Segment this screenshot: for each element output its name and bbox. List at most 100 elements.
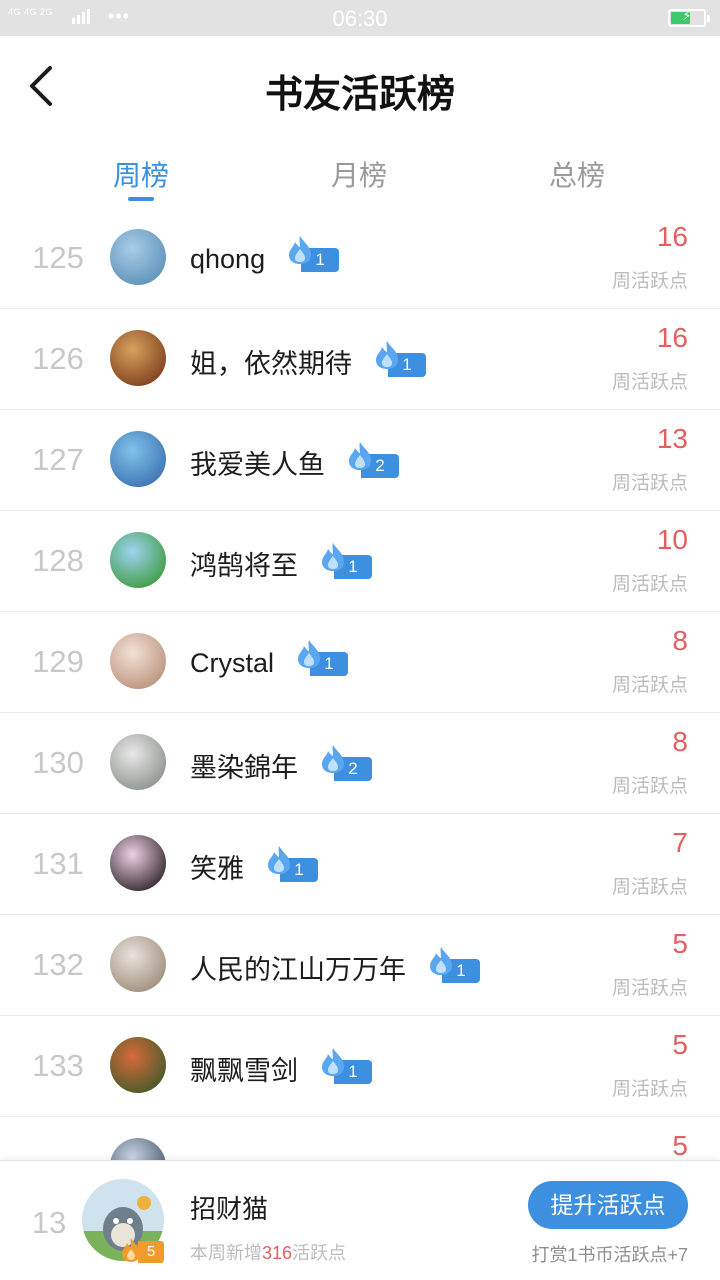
activity-score: 8 — [672, 726, 688, 757]
activity-score: 7 — [672, 827, 688, 858]
rank-number: 125 — [32, 240, 84, 275]
activity-score-label: 周活跃点 — [611, 271, 688, 292]
activity-score: 5 — [672, 1029, 688, 1060]
list-item[interactable]: 5 — [0, 1117, 720, 1160]
rank-number: 128 — [32, 543, 84, 578]
reward-tip: 打赏1书币活跃点+7 — [531, 1245, 688, 1265]
level-badge: 1 — [320, 1048, 372, 1084]
my-level-number: 5 — [138, 1241, 164, 1263]
my-rank-bar: 13 5 招财猫 本周新增316活跃点 提升活跃点 打赏1书币活跃点+7 — [0, 1160, 720, 1280]
activity-score: 16 — [656, 322, 688, 353]
active-tab-indicator — [128, 197, 154, 201]
list-item[interactable]: 131 笑雅 1 7 周活跃点 — [0, 814, 720, 915]
user-name: 姐，依然期待 1 — [190, 341, 426, 381]
avatar[interactable] — [110, 1138, 166, 1160]
list-item[interactable]: 127 我爱美人鱼 2 13 周活跃点 — [0, 410, 720, 511]
rank-number: 132 — [32, 947, 84, 982]
weekly-gain-suffix: 活跃点 — [292, 1243, 347, 1263]
chevron-left-icon — [30, 66, 52, 106]
level-badge: 1 — [296, 640, 349, 676]
user-name-text: 笑雅 — [190, 854, 244, 884]
my-weekly-gain: 本周新增316活跃点 — [190, 1239, 346, 1265]
avatar[interactable] — [110, 633, 166, 689]
app-header: 书友活跃榜 — [0, 36, 720, 136]
flame-icon — [268, 846, 290, 874]
activity-score: 8 — [672, 625, 688, 656]
user-name-text: 我爱美人鱼 — [190, 450, 325, 480]
flame-icon — [430, 947, 452, 975]
user-name-text: 飘飘雪剑 — [190, 1056, 298, 1086]
user-name: 我爱美人鱼 2 — [190, 442, 399, 482]
flame-icon — [322, 543, 344, 571]
flame-icon — [322, 1048, 344, 1076]
activity-score: 16 — [656, 221, 688, 252]
weekly-gain-prefix: 本周新增 — [190, 1243, 262, 1263]
user-name: 飘飘雪剑 1 — [190, 1048, 372, 1088]
level-badge: 1 — [266, 846, 318, 882]
list-item[interactable]: 129 Crystal 1 8 周活跃点 — [0, 612, 720, 713]
level-badge: 2 — [347, 442, 399, 478]
list-item[interactable]: 126 姐，依然期待 1 16 周活跃点 — [0, 309, 720, 410]
avatar[interactable] — [110, 734, 166, 790]
avatar[interactable] — [110, 835, 166, 891]
user-name: 人民的江山万万年 1 — [190, 947, 480, 987]
tab-total[interactable]: 总榜 — [477, 154, 677, 194]
flame-icon — [376, 341, 398, 369]
flame-icon — [322, 745, 344, 773]
user-name-text: 姐，依然期待 — [190, 349, 352, 379]
list-item[interactable]: 130 墨染錦年 2 8 周活跃点 — [0, 713, 720, 814]
user-name-text: 墨染錦年 — [190, 753, 298, 783]
level-badge: 1 — [320, 543, 372, 579]
list-item[interactable]: 132 人民的江山万万年 1 5 周活跃点 — [0, 915, 720, 1016]
activity-score-label: 周活跃点 — [611, 1079, 688, 1100]
user-name-text: qhong — [190, 244, 266, 274]
rank-number: 129 — [32, 644, 84, 679]
level-badge: 1 — [374, 341, 426, 377]
activity-score: 5 — [672, 1130, 688, 1160]
level-badge: 1 — [287, 236, 340, 272]
avatar[interactable] — [110, 936, 166, 992]
weekly-gain-value: 316 — [262, 1243, 293, 1263]
avatar[interactable] — [110, 1037, 166, 1093]
user-name: 鸿鹄将至 1 — [190, 543, 372, 583]
level-badge: 1 — [428, 947, 480, 983]
ranking-list[interactable]: 125 qhong 1 16 周活跃点 126 姐，依然期待 1 16 周活跃点 127 我爱美人鱼 2… — [0, 208, 720, 1160]
rank-number: 126 — [32, 341, 84, 376]
activity-score: 13 — [656, 423, 688, 454]
avatar[interactable] — [110, 229, 166, 285]
rank-number: 130 — [32, 745, 84, 780]
activity-score: 10 — [656, 524, 688, 555]
boost-activity-button[interactable]: 提升活跃点 — [528, 1181, 688, 1229]
list-item[interactable]: 128 鸿鹄将至 1 10 周活跃点 — [0, 511, 720, 612]
battery-icon: ⚡ — [668, 8, 710, 27]
avatar[interactable] — [110, 431, 166, 487]
rank-number: 131 — [32, 846, 84, 881]
avatar[interactable] — [110, 532, 166, 588]
user-name-text: 人民的江山万万年 — [190, 955, 406, 985]
charging-icon: ⚡ — [682, 8, 692, 23]
status-bar: 4G 4G 2G ••• 06:30 ⚡ — [0, 0, 720, 36]
avatar[interactable] — [110, 330, 166, 386]
tab-weekly[interactable]: 周榜 — [41, 154, 241, 194]
my-level-badge: 5 — [120, 1238, 164, 1263]
tab-monthly[interactable]: 月榜 — [259, 154, 459, 194]
list-item[interactable]: 133 飘飘雪剑 1 5 周活跃点 — [0, 1016, 720, 1117]
flame-icon — [349, 442, 371, 470]
user-name: 墨染錦年 2 — [190, 745, 372, 785]
activity-score-label: 周活跃点 — [611, 877, 688, 898]
back-button[interactable] — [22, 58, 66, 114]
activity-score-label: 周活跃点 — [611, 776, 688, 797]
activity-score: 5 — [672, 928, 688, 959]
status-time: 06:30 — [332, 6, 388, 31]
list-item[interactable]: 125 qhong 1 16 周活跃点 — [0, 208, 720, 309]
page-title: 书友活跃榜 — [264, 71, 455, 116]
activity-score-label: 周活跃点 — [611, 978, 688, 999]
rank-number: 127 — [32, 442, 84, 477]
tab-bar: 周榜 月榜 总榜 — [0, 140, 720, 210]
level-badge: 2 — [320, 745, 372, 781]
activity-score-label: 周活跃点 — [611, 473, 688, 494]
activity-score-label: 周活跃点 — [611, 372, 688, 393]
flame-icon — [289, 236, 312, 264]
user-name-text: Crystal — [190, 648, 275, 678]
activity-score-label: 周活跃点 — [611, 675, 688, 696]
